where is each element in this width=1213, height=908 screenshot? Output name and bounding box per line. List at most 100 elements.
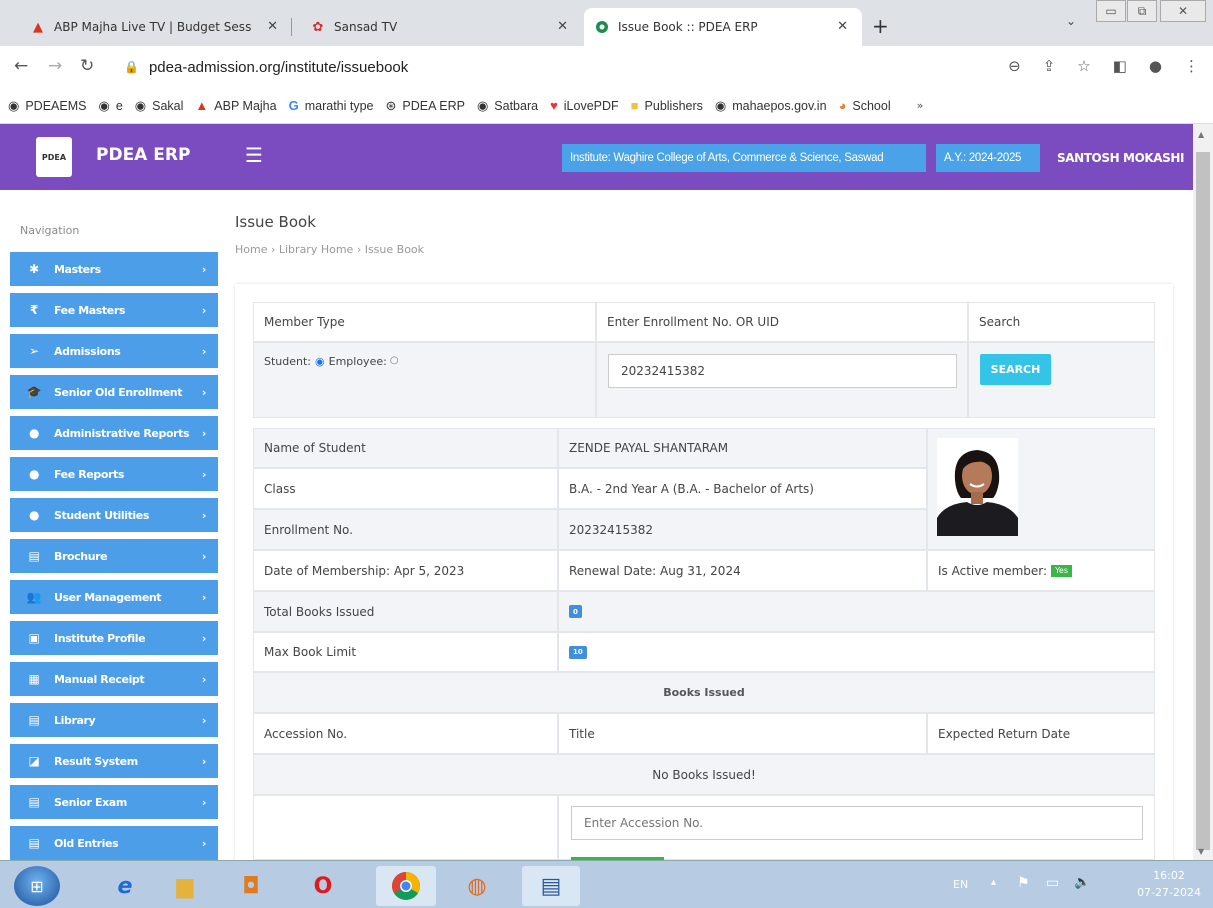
search-button[interactable]: SEARCH bbox=[980, 354, 1051, 385]
maximize-button[interactable]: ⧉ bbox=[1127, 0, 1157, 22]
chevron-right-icon: › bbox=[201, 262, 207, 276]
url-field[interactable]: 🔒 pdea-admission.org/institute/issuebook bbox=[124, 54, 974, 80]
max-limit-cell: 10 bbox=[558, 632, 1155, 672]
profile-icon[interactable]: ● bbox=[1149, 57, 1162, 75]
sidebar-item-administrative-reports[interactable]: ● Administrative Reports › bbox=[10, 416, 218, 450]
close-window-button[interactable]: ✕ bbox=[1160, 0, 1206, 22]
employee-radio[interactable]: ○ bbox=[390, 355, 399, 366]
hamburger-menu-icon[interactable]: ☰ bbox=[245, 143, 263, 167]
word-icon[interactable]: ▤ bbox=[522, 866, 580, 906]
enrollment-input[interactable]: 20232415382 bbox=[608, 354, 957, 388]
network-icon[interactable]: ▭ bbox=[1046, 875, 1059, 891]
show-hidden-icons[interactable]: ▴ bbox=[991, 877, 996, 888]
start-button-icon[interactable]: ⊞ bbox=[14, 866, 60, 906]
sidebar-item-fee-masters[interactable]: ₹ Fee Masters › bbox=[10, 293, 218, 327]
bookmark-e[interactable]: ◉ e bbox=[98, 98, 122, 114]
bookmarks-bar: ◉ PDEAEMS ◉ e ◉ Sakal ▲ ABP Majha Gmarathi t… bbox=[0, 88, 1213, 124]
minimize-button[interactable]: ▭ bbox=[1096, 0, 1126, 22]
scrollbar-thumb[interactable] bbox=[1196, 152, 1210, 850]
sidebar-item-brochure[interactable]: ▤ Brochure › bbox=[10, 539, 218, 573]
chevron-down-icon[interactable]: ⌄ bbox=[1066, 14, 1076, 28]
new-tab-icon[interactable]: + bbox=[872, 14, 889, 38]
header-search: Search bbox=[968, 302, 1155, 342]
opera-icon[interactable]: O bbox=[298, 866, 348, 906]
bookmark-satbara[interactable]: ◉ Satbara bbox=[477, 98, 538, 114]
bookmark-pdeaems[interactable]: ◉ PDEAEMS bbox=[8, 98, 86, 114]
sidebar-item-student-utilities[interactable]: ● Student Utilities › bbox=[10, 498, 218, 532]
total-books-label: Total Books Issued bbox=[253, 591, 558, 632]
action-center-icon[interactable]: ⚑ bbox=[1017, 875, 1030, 891]
media-player-icon[interactable]: ◘ bbox=[226, 866, 276, 906]
share-icon[interactable]: ⇪ bbox=[1043, 57, 1056, 75]
close-icon[interactable]: ✕ bbox=[267, 19, 278, 34]
sidebar-item-fee-reports[interactable]: ● Fee Reports › bbox=[10, 457, 218, 491]
chrome-icon[interactable] bbox=[376, 866, 436, 906]
close-icon[interactable]: ✕ bbox=[837, 19, 848, 34]
tab-title: Sansad TV bbox=[334, 20, 398, 34]
sidebar-item-library[interactable]: ▤ Library › bbox=[10, 703, 218, 737]
header-title: Title bbox=[558, 713, 927, 754]
more-bookmarks-icon[interactable]: » bbox=[917, 99, 924, 112]
internet-explorer-icon[interactable]: e bbox=[100, 866, 150, 906]
active-badge: Yes bbox=[1051, 564, 1072, 577]
tab-sansad[interactable]: ✿ Sansad TV ✕ bbox=[300, 8, 580, 46]
bookmark-publishers[interactable]: ■ Publishers bbox=[631, 98, 703, 113]
pdea-logo: PDEA bbox=[36, 137, 72, 177]
firefox-icon[interactable]: ◍ bbox=[452, 866, 502, 906]
sidebar: Navigation ✱ Masters › ₹ Fee Masters › ➢ Admi… bbox=[0, 190, 222, 860]
more-icon[interactable]: ⋮ bbox=[1184, 57, 1199, 75]
tab-issue-book[interactable]: Issue Book :: PDEA ERP ✕ bbox=[584, 8, 862, 46]
chevron-right-icon: › bbox=[201, 426, 207, 440]
active-member-label: Is Active member: bbox=[938, 563, 1048, 578]
zoom-icon[interactable]: ⊖ bbox=[1008, 57, 1021, 75]
sidebar-item-admissions[interactable]: ➢ Admissions › bbox=[10, 334, 218, 368]
language-indicator[interactable]: EN bbox=[953, 878, 968, 891]
forward-icon[interactable]: → bbox=[48, 56, 62, 76]
sidebar-item-manual-receipt[interactable]: ▦ Manual Receipt › bbox=[10, 662, 218, 696]
sidebar-item-masters[interactable]: ✱ Masters › bbox=[10, 252, 218, 286]
sidebar-item-result-system[interactable]: ◪ Result System › bbox=[10, 744, 218, 778]
side-panel-icon[interactable]: ◧ bbox=[1113, 57, 1127, 75]
document-icon: ▤ bbox=[28, 836, 40, 850]
bookmark-pdea-erp[interactable]: ⊛ PDEA ERP bbox=[386, 98, 465, 114]
chevron-right-icon: › bbox=[201, 713, 207, 727]
bookmark-school[interactable]: ◕ School bbox=[839, 98, 891, 113]
bookmark-mahaepos[interactable]: ◉ mahaepos.gov.in bbox=[715, 98, 827, 114]
app-header: PDEA PDEA ERP ☰ Institute: Waghire Colle… bbox=[0, 124, 1193, 190]
student-photo bbox=[937, 438, 1018, 536]
scroll-up-icon[interactable]: ▲ bbox=[1198, 130, 1204, 139]
institute-badge: Institute: Waghire College of Arts, Comm… bbox=[562, 144, 926, 172]
tab-abp-majha[interactable]: ▲ ABP Majha Live TV | Budget Sess ✕ bbox=[20, 8, 292, 46]
volume-icon[interactable]: 🔈 bbox=[1074, 875, 1090, 890]
breadcrumb[interactable]: Home › Library Home › Issue Book bbox=[235, 243, 424, 256]
sidebar-item-senior-exam[interactable]: ▤ Senior Exam › bbox=[10, 785, 218, 819]
close-icon[interactable]: ✕ bbox=[557, 19, 568, 34]
sidebar-item-user-management[interactable]: 👥 User Management › bbox=[10, 580, 218, 614]
school-icon: ◕ bbox=[838, 98, 847, 113]
abp-icon: ▲ bbox=[195, 98, 209, 113]
chevron-right-icon: › bbox=[201, 795, 207, 809]
tab-title: ABP Majha Live TV | Budget Sess bbox=[54, 20, 252, 34]
user-name[interactable]: SANTOSH MOKASHI bbox=[1057, 151, 1185, 165]
accession-input[interactable] bbox=[571, 806, 1143, 840]
page-title: Issue Book bbox=[235, 213, 316, 231]
sidebar-item-institute-profile[interactable]: ▣ Institute Profile › bbox=[10, 621, 218, 655]
bookmark-ilovepdf[interactable]: ♥ iLovePDF bbox=[550, 98, 619, 113]
student-radio[interactable]: ◉ bbox=[315, 355, 325, 368]
sidebar-item-old-entries[interactable]: ▤ Old Entries › bbox=[10, 826, 218, 860]
back-icon[interactable]: ← bbox=[14, 56, 28, 76]
globe-icon: ◉ bbox=[8, 97, 20, 113]
file-explorer-icon[interactable]: ▆ bbox=[160, 866, 210, 906]
star-icon[interactable]: ☆ bbox=[1077, 57, 1090, 75]
bookmark-sakal[interactable]: ◉ Sakal bbox=[135, 98, 184, 114]
reload-icon[interactable]: ↻ bbox=[80, 56, 94, 76]
brand-name[interactable]: PDEA ERP bbox=[96, 145, 190, 165]
bookmark-marathi-type[interactable]: Gmarathi type bbox=[289, 98, 374, 113]
active-member-cell: Is Active member: Yes bbox=[927, 550, 1155, 591]
membership-date: Date of Membership: Apr 5, 2023 bbox=[253, 550, 558, 591]
scroll-down-icon[interactable]: ▼ bbox=[1198, 847, 1204, 856]
sidebar-item-senior-old-enrollment[interactable]: 🎓 Senior Old Enrollment › bbox=[10, 375, 218, 409]
system-clock[interactable]: 16:02 07-27-2024 bbox=[1137, 867, 1201, 901]
page-scrollbar[interactable]: ▲ ▼ bbox=[1193, 124, 1213, 860]
bookmark-abp-majha[interactable]: ▲ ABP Majha bbox=[195, 98, 276, 113]
